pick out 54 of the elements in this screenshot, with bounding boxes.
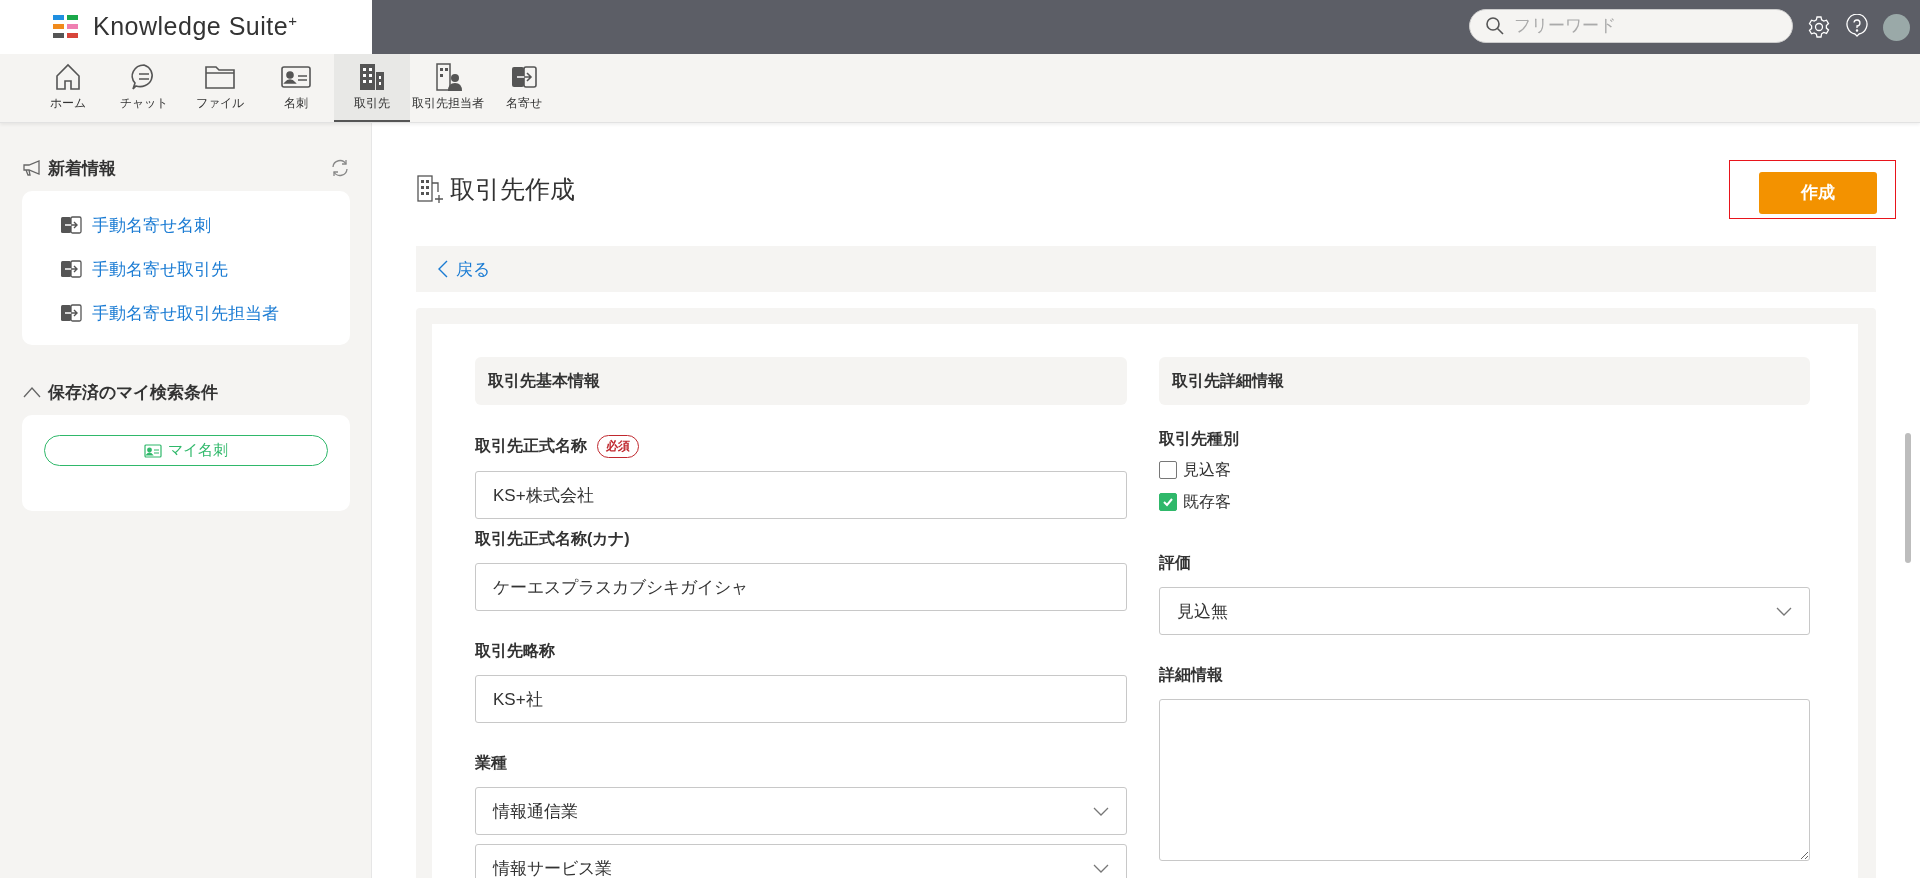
building-icon [357, 62, 387, 92]
chevron-down-icon [1092, 806, 1109, 816]
settings-icon[interactable] [1807, 15, 1831, 39]
nav-tab[interactable]: ファイル [182, 54, 258, 122]
nav-tab[interactable]: 取引先担当者 [410, 54, 486, 122]
nav-tab[interactable]: チャット [106, 54, 182, 122]
chevron-up-icon[interactable] [22, 385, 42, 399]
back-link[interactable]: 戻る [438, 257, 490, 281]
merge-icon [60, 303, 82, 323]
text-field[interactable]: KS+株式会社 [475, 471, 1127, 519]
section-header: 取引先詳細情報 [1158, 357, 1810, 405]
section-header: 取引先基本情報 [475, 357, 1127, 405]
news-link[interactable]: 手動名寄せ名刺 [60, 203, 350, 247]
checkbox[interactable] [1158, 461, 1177, 479]
building-person-icon [433, 62, 463, 92]
section-title: 保存済のマイ検索条件 [48, 381, 218, 404]
field-label: 取引先略称 [475, 641, 555, 661]
nav-tab[interactable]: 名寄せ [486, 54, 562, 122]
dropdown[interactable]: 情報サービス業 [475, 844, 1127, 878]
avatar[interactable] [1883, 13, 1910, 41]
refresh-icon[interactable] [330, 158, 350, 178]
megaphone-icon [22, 159, 42, 177]
page-title: 取引先作成 [450, 173, 575, 205]
text-field[interactable]: KS+社 [475, 675, 1127, 723]
news-link[interactable]: 手動名寄せ取引先担当者 [60, 291, 350, 335]
checkbox-label: 既存客 [1182, 491, 1231, 512]
news-link[interactable]: 手動名寄せ取引先 [60, 247, 350, 291]
field-label: 取引先種別 [1158, 429, 1239, 449]
building-plus-icon [416, 174, 444, 204]
field-label: 取引先正式名称(カナ) [475, 529, 630, 549]
field-label: 取引先正式名称 [475, 436, 587, 456]
field-label: 業種 [475, 753, 507, 773]
home-icon [53, 62, 83, 92]
field-label: 詳細情報 [1158, 665, 1223, 685]
nav-tab[interactable]: 名刺 [258, 54, 334, 122]
merge-icon [60, 215, 82, 235]
search-field[interactable]: フリーワード [1469, 9, 1793, 43]
dropdown[interactable]: 見込無 [1158, 587, 1810, 635]
logo-icon [53, 14, 79, 40]
checkbox[interactable] [1158, 493, 1177, 511]
field-label: 評価 [1158, 553, 1191, 573]
merge-icon [60, 259, 82, 279]
dropdown[interactable]: 情報通信業 [475, 787, 1127, 835]
chevron-down-icon [1092, 863, 1109, 873]
logo-text: Knowledge Suite$^{+}$ [93, 12, 298, 42]
checkbox-label: 見込客 [1182, 459, 1231, 480]
id-card-icon [144, 443, 162, 458]
section-title: 新着情報 [48, 157, 116, 180]
text-field[interactable]: ケーエスプラスカブシキガイシャ [475, 563, 1127, 611]
scrollbar[interactable] [1905, 433, 1911, 563]
chevron-left-icon [438, 260, 448, 278]
nav-tab[interactable]: ホーム [30, 54, 106, 122]
nav-tab[interactable]: 取引先 [334, 54, 410, 122]
chevron-down-icon [1776, 606, 1792, 616]
